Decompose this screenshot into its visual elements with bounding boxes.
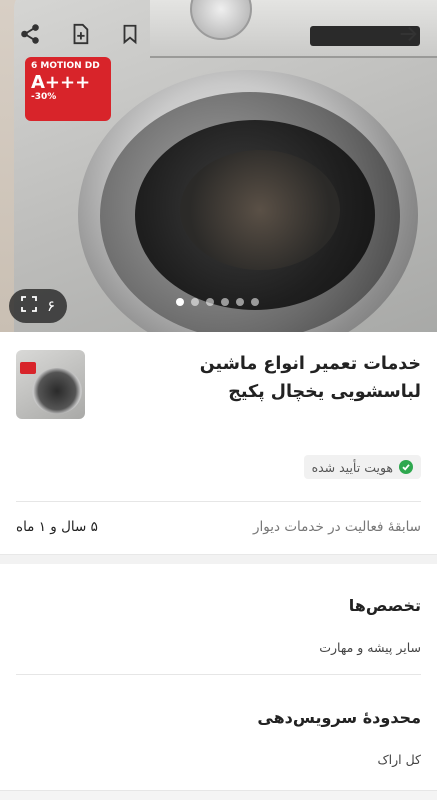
share-icon[interactable] [16,20,44,48]
carousel-dot[interactable] [236,298,244,306]
check-icon [399,460,413,474]
image-count: ۶ [47,297,56,315]
carousel-dot[interactable] [176,298,184,306]
activity-value: ۵ سال و ۱ ماه [16,519,98,535]
gallery-counter-button[interactable]: ۶ [9,289,68,323]
page: 6 MOTION DD A+++ -30% ۶ خدمات تعمیر انوا… [0,0,437,800]
thumbnail-image[interactable] [16,350,85,419]
activity-row: سابقهٔ فعالیت در خدمات دیوار ۵ سال و ۱ م… [16,514,421,540]
activity-key: سابقهٔ فعالیت در خدمات دیوار [253,519,421,535]
specialties-value: سایر پیشه و مهارت [319,640,421,655]
bookmark-icon[interactable] [116,20,144,48]
carousel-dot[interactable] [251,298,259,306]
carousel-dots [176,298,259,306]
label-rating: A+++ [31,71,91,93]
carousel-dot[interactable] [191,298,199,306]
verified-label: هویت تأیید شده [311,459,393,475]
hero-image[interactable]: 6 MOTION DD A+++ -30% ۶ [0,0,437,332]
carousel-dot[interactable] [206,298,214,306]
label-brand: 6 MOTION DD [31,61,100,71]
arrow-right-icon[interactable] [394,20,422,48]
divider [16,501,421,502]
add-note-icon[interactable] [66,20,94,48]
specialties-section: تخصص‌ها سایر پیشه و مهارت [0,564,437,674]
verified-badge: هویت تأیید شده [303,455,421,479]
service-area-section: محدودهٔ سرویس‌دهی کل اراک [0,675,437,790]
section-separator [0,554,437,564]
label-saving: -30% [31,91,57,102]
bottom-separator [0,790,437,800]
listing-header: خدمات تعمیر انواع ماشین لباسشویی یخچال پ… [0,332,437,554]
carousel-dot[interactable] [221,298,229,306]
energy-label: 6 MOTION DD A+++ -30% [25,57,111,121]
service-area-heading: محدودهٔ سرویس‌دهی [257,708,421,727]
service-area-value: کل اراک [377,752,421,767]
listing-title: خدمات تعمیر انواع ماشین لباسشویی یخچال پ… [199,354,421,402]
specialties-heading: تخصص‌ها [348,596,421,615]
expand-icon [21,296,37,316]
